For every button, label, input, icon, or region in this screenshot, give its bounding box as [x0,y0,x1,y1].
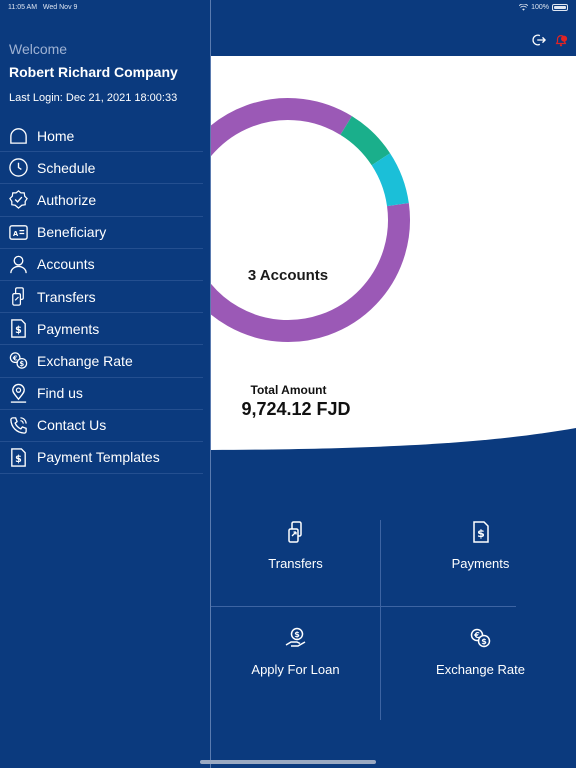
dashboard-main: 3 Accounts Total Amount 9,724.12 FJD Tra… [211,0,576,768]
total-amount-value: 9,724.12 FJD [241,399,351,419]
menu-item-label: Contact Us [37,417,107,434]
menu-item-authorize[interactable]: Authorize [0,184,203,217]
payments-tile-label: Payments [451,556,510,571]
svg-text:$: $ [481,637,487,646]
transfer-icon [287,521,302,543]
apply-for-loan-tile-label: Apply For Loan [251,662,340,677]
menu-item-payments[interactable]: $ Payments [0,313,203,346]
menu-item-label: Payment Templates [37,449,160,466]
schedule-icon [9,158,28,178]
menu-item-label: Payments [37,320,100,337]
menu-item-find-us[interactable]: Find us [0,378,203,410]
status-bar: 11:05 AM Wed Nov 9 100% [0,0,576,14]
menu-item-home[interactable]: Home [0,120,203,153]
transfers-tile-label: Transfers [268,556,323,571]
svg-text:$: $ [15,325,22,336]
tile-divider-vertical [380,520,381,720]
home-icon [10,128,27,144]
svg-text:$: $ [294,630,300,639]
menu-item-payment-templates[interactable]: $ Payment Templates [0,442,203,475]
payment-dollar-icon: $ [472,521,489,543]
loan-hand-icon: $ [285,627,305,647]
menu-item-label: Schedule [37,159,96,176]
transfers-tile[interactable]: Transfers [211,520,380,600]
status-date: Wed Nov 9 [42,3,78,11]
svg-text:$: $ [15,454,22,465]
transfer-icon [12,287,24,306]
menu-item-label: Transfers [37,288,96,305]
payment-dollar-icon: $ [11,319,26,338]
topbar-actions [532,33,568,47]
payment-template-icon: $ [11,448,26,467]
svg-text:$: $ [477,527,485,540]
company-name: Robert Richard Company [9,64,178,80]
exchange-rate-icon: € $ [470,628,490,648]
menu-item-accounts[interactable]: Accounts [0,249,203,281]
map-pin-icon [10,383,27,403]
status-left: 11:05 AM Wed Nov 9 [8,4,77,11]
beneficiary-card-icon: A [9,224,28,240]
svg-text:$: $ [20,360,25,368]
status-right: 100% [519,3,568,11]
battery-icon [552,3,568,11]
menu-item-schedule[interactable]: Schedule [0,152,203,185]
menu-item-exchange-rate[interactable]: € $ Exchange Rate [0,345,203,378]
total-amount-label: Total Amount [250,383,327,397]
apply-for-loan-tile[interactable]: $ Apply For Loan [211,626,380,706]
menu-item-label: Find us [37,385,83,402]
menu-item-label: Home [37,127,75,144]
logout-icon[interactable] [532,33,546,47]
donut-center-label: 3 Accounts [247,267,329,284]
notification-bell-icon[interactable] [554,33,568,47]
wifi-icon [519,3,529,11]
user-icon [10,255,27,274]
drawer-menu: Home Schedule Authorize A Beneficiary Ac… [0,120,211,475]
menu-item-label: Authorize [37,191,97,208]
menu-item-transfers[interactable]: Transfers [0,281,203,314]
exchange-rate-tile-label: Exchange Rate [436,662,525,677]
battery-percent: 100% [531,3,549,11]
svg-text:A: A [13,229,19,237]
menu-item-beneficiary[interactable]: A Beneficiary [0,217,203,249]
navigation-drawer: Welcome Robert Richard Company Last Logi… [0,0,211,768]
exchange-rate-icon: € $ [9,352,28,370]
status-time: 11:05 AM [8,3,38,11]
tile-divider-horizontal [211,606,516,607]
menu-item-label: Exchange Rate [37,352,133,369]
welcome-label: Welcome [9,41,68,57]
menu-item-label: Accounts [37,256,95,273]
svg-text:€: € [12,355,18,363]
payments-tile[interactable]: $ Payments [396,520,565,600]
last-login: Last Login: Dec 21, 2021 18:00:33 [9,92,178,104]
home-indicator[interactable] [200,760,376,764]
menu-item-label: Beneficiary [37,224,107,241]
exchange-rate-tile[interactable]: € $ Exchange Rate [396,626,565,706]
authorize-badge-icon [9,190,28,210]
phone-icon [10,416,27,434]
menu-item-contact-us[interactable]: Contact Us [0,410,203,442]
